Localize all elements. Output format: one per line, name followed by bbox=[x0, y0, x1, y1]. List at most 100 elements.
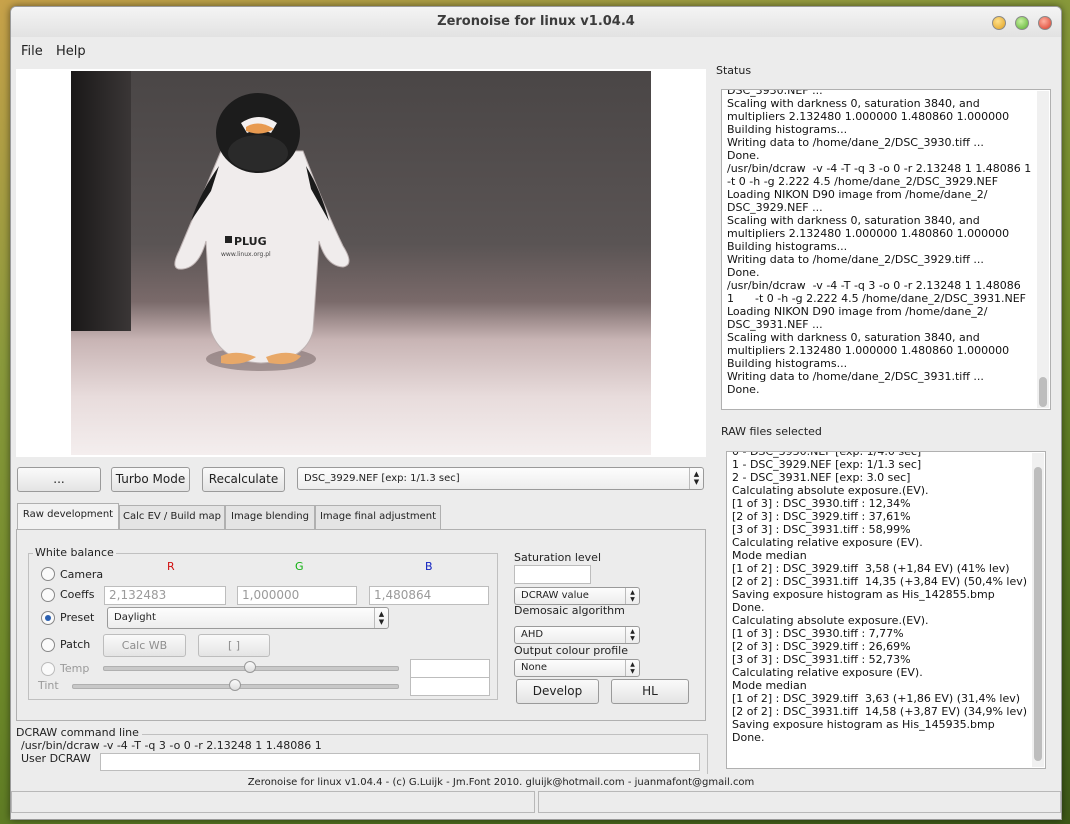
status-line: Scaling with darkness 0, saturation 3840… bbox=[727, 214, 980, 227]
develop-label: Develop bbox=[532, 684, 583, 698]
coeff-r-field[interactable]: 2,132483 bbox=[104, 586, 226, 605]
raw-line: [1 of 2] : DSC_3929.tiff 3,63 (+1,86 EV)… bbox=[732, 692, 1021, 705]
image-preview: PLUG www.linux.org.pl bbox=[16, 69, 706, 457]
user-dcraw-label: User DCRAW bbox=[21, 752, 91, 765]
output-profile-select-value: None bbox=[521, 662, 548, 673]
develop-button[interactable]: Develop bbox=[516, 679, 599, 704]
raw-line: [3 of 3] : DSC_3931.tiff : 52,73% bbox=[732, 653, 911, 666]
main-window: Zeronoise for linux v1.04.4 File Help PL… bbox=[10, 6, 1062, 820]
status-scrollbar-thumb[interactable] bbox=[1039, 377, 1047, 407]
raw-line: Done. bbox=[732, 601, 765, 614]
tab-final-adjustment[interactable]: Image final adjustment bbox=[315, 505, 441, 529]
raw-line: [1 of 3] : DSC_3930.tiff : 12,34% bbox=[732, 497, 911, 510]
raw-line: Calculating absolute exposure.(EV). bbox=[732, 484, 929, 497]
tab-label: Image blending bbox=[231, 511, 309, 522]
coeffs-radio[interactable] bbox=[41, 588, 55, 602]
tint-slider-handle[interactable] bbox=[228, 679, 241, 691]
status-line: Scaling with darkness 0, saturation 3840… bbox=[727, 97, 980, 110]
raw-line: Mode median bbox=[732, 679, 807, 692]
coeff-b-field[interactable]: 1,480864 bbox=[369, 586, 489, 605]
temp-value-field[interactable] bbox=[410, 659, 490, 678]
status-bar bbox=[11, 791, 1061, 819]
patch-label: Patch bbox=[60, 638, 91, 651]
raw-line: [2 of 2] : DSC_3931.tiff 14,35 (+3,84 EV… bbox=[732, 575, 1028, 588]
raw-files-log[interactable]: 0 - DSC_3930.NEF [exp: 1/4.0 sec] 1 - DSC… bbox=[726, 451, 1046, 769]
calc-wb-button[interactable]: Calc WB bbox=[103, 634, 186, 657]
updown-arrow-icon: ▲ ▼ bbox=[689, 468, 703, 489]
turbo-mode-button[interactable]: Turbo Mode bbox=[111, 467, 190, 492]
camera-label: Camera bbox=[60, 568, 104, 581]
status-line: Done. bbox=[727, 266, 760, 279]
hl-button[interactable]: HL bbox=[611, 679, 689, 704]
patch-radio[interactable] bbox=[41, 638, 55, 652]
patch-brackets-button[interactable]: [ ] bbox=[198, 634, 270, 657]
menu-file[interactable]: File bbox=[21, 44, 43, 59]
status-line: Done. bbox=[727, 383, 760, 396]
coeffs-label: Coeffs bbox=[60, 588, 95, 601]
status-line: Loading NIKON D90 image from /home/dane_… bbox=[727, 305, 988, 318]
raw-line: Calculating relative exposure (EV). bbox=[732, 536, 923, 549]
turbo-mode-label: Turbo Mode bbox=[115, 472, 186, 486]
calc-wb-label: Calc WB bbox=[121, 639, 168, 652]
tab-calc-ev[interactable]: Calc EV / Build map bbox=[119, 505, 225, 529]
status-log-lines: DSC_3930.NEF ... Scaling with darkness 0,… bbox=[727, 90, 1031, 396]
penguin-figure: PLUG www.linux.org.pl bbox=[174, 93, 350, 371]
status-line: DSC_3931.NEF ... bbox=[727, 318, 823, 331]
dcraw-command-text: /usr/bin/dcraw -v -4 -T -q 3 -o 0 -r 2.1… bbox=[21, 739, 322, 752]
temp-slider-handle[interactable] bbox=[244, 661, 256, 673]
tab-label: Image final adjustment bbox=[319, 511, 437, 522]
tab-label: Calc EV / Build map bbox=[123, 511, 221, 522]
status-line: 1 -t 0 -h -g 2.222 4.5 /home/dane_2/DSC_… bbox=[727, 292, 1027, 305]
preview-photo: PLUG www.linux.org.pl bbox=[71, 71, 651, 455]
user-dcraw-input[interactable] bbox=[100, 753, 700, 771]
status-line: Scaling with darkness 0, saturation 3840… bbox=[727, 331, 980, 344]
title-bar[interactable]: Zeronoise for linux v1.04.4 bbox=[11, 7, 1061, 37]
raw-line: Saving exposure histogram as His_145935.… bbox=[732, 718, 995, 731]
preset-select[interactable]: Daylight ▲ ▼ bbox=[107, 607, 389, 629]
raw-line: Calculating absolute exposure.(EV). bbox=[732, 614, 929, 627]
raw-files-scrollbar-thumb[interactable] bbox=[1034, 467, 1042, 761]
minimize-button[interactable] bbox=[992, 16, 1006, 30]
tab-label: Raw development bbox=[22, 509, 114, 520]
b-column-label: B bbox=[425, 560, 433, 573]
menu-bar: File Help bbox=[11, 39, 1061, 63]
photo-brand-text: PLUG bbox=[234, 235, 267, 248]
updown-arrow-icon: ▲ ▼ bbox=[374, 608, 388, 628]
browse-button[interactable]: ... bbox=[17, 467, 101, 492]
temp-radio[interactable] bbox=[41, 662, 55, 676]
status-line: Writing data to /home/dane_2/DSC_3930.ti… bbox=[727, 136, 984, 149]
saturation-field[interactable] bbox=[514, 565, 591, 584]
recalculate-button[interactable]: Recalculate bbox=[202, 467, 285, 492]
tint-value-field[interactable] bbox=[410, 677, 490, 696]
status-line: Building histograms... bbox=[727, 357, 848, 370]
preset-radio[interactable] bbox=[41, 611, 55, 625]
tab-image-blending[interactable]: Image blending bbox=[225, 505, 315, 529]
status-scrollbar[interactable] bbox=[1037, 91, 1049, 408]
hl-label: HL bbox=[642, 684, 658, 698]
status-line: Loading NIKON D90 image from /home/dane_… bbox=[727, 188, 988, 201]
coeff-g-field[interactable]: 1,000000 bbox=[237, 586, 357, 605]
updown-arrow-icon: ▲ ▼ bbox=[625, 660, 639, 676]
status-line: /usr/bin/dcraw -v -4 -T -q 3 -o 0 -r 2.1… bbox=[727, 279, 1021, 292]
file-select[interactable]: DSC_3929.NEF [exp: 1/1.3 sec] ▲ ▼ bbox=[297, 467, 704, 490]
status-line: Writing data to /home/dane_2/DSC_3931.ti… bbox=[727, 370, 984, 383]
output-profile-label: Output colour profile bbox=[514, 644, 629, 657]
updown-arrow-icon: ▲ ▼ bbox=[625, 588, 639, 604]
saturation-select[interactable]: DCRAW value ▲ ▼ bbox=[514, 587, 640, 605]
status-line: multipliers 2.132480 1.000000 1.480860 1… bbox=[727, 344, 1010, 357]
status-log[interactable]: DSC_3930.NEF ... Scaling with darkness 0,… bbox=[721, 89, 1051, 410]
tab-raw-development[interactable]: Raw development bbox=[17, 503, 119, 530]
menu-help[interactable]: Help bbox=[56, 44, 86, 59]
raw-files-title: RAW files selected bbox=[721, 425, 822, 438]
raw-line: [3 of 3] : DSC_3931.tiff : 58,99% bbox=[732, 523, 911, 536]
maximize-button[interactable] bbox=[1015, 16, 1029, 30]
demosaic-label: Demosaic algorithm bbox=[514, 604, 625, 617]
raw-files-scrollbar[interactable] bbox=[1032, 453, 1044, 767]
status-line: -t 0 -h -g 2.222 4.5 /home/dane_2/DSC_39… bbox=[727, 175, 999, 188]
close-button[interactable] bbox=[1038, 16, 1052, 30]
raw-line: [2 of 3] : DSC_3929.tiff : 37,61% bbox=[732, 510, 911, 523]
credits-text: Zeronoise for linux v1.04.4 - (c) G.Luij… bbox=[247, 777, 755, 788]
demosaic-select[interactable]: AHD ▲ ▼ bbox=[514, 626, 640, 644]
output-profile-select[interactable]: None ▲ ▼ bbox=[514, 659, 640, 677]
camera-radio[interactable] bbox=[41, 567, 55, 581]
